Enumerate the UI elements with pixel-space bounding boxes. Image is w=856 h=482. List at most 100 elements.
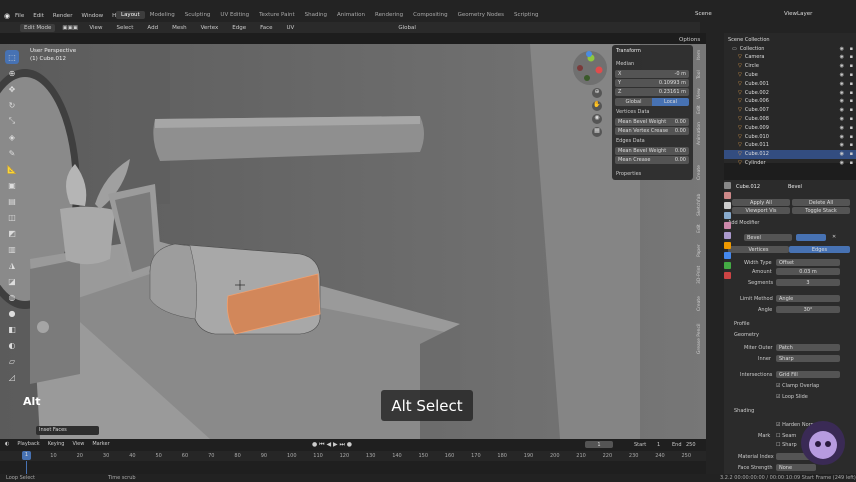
clamp-overlap-checkbox[interactable]: ☑ Clamp Overlap <box>776 383 819 389</box>
ortho-icon[interactable]: ▦ <box>592 127 602 137</box>
render-camera-icon[interactable]: ▪ <box>850 125 853 131</box>
miter-outer-select[interactable]: Patch <box>776 344 840 351</box>
apply-all-button[interactable]: Apply All <box>732 199 790 206</box>
mean-bevel-weight-edges-field[interactable]: Mean Bevel Weight 0.00 <box>615 147 689 155</box>
scene-selector[interactable]: Scene <box>695 11 712 17</box>
median-z-field[interactable]: Z 0.23161 m <box>615 88 689 96</box>
header-menu-add[interactable]: Add <box>147 25 158 31</box>
camera-icon[interactable]: ◉ <box>592 114 602 124</box>
visibility-eye-icon[interactable]: ◉ <box>840 151 844 157</box>
visibility-eye-icon[interactable]: ◉ <box>840 72 844 78</box>
modifier-close-icon[interactable]: ✕ <box>832 234 836 240</box>
render-tab-icon[interactable] <box>724 192 731 199</box>
blender-logo-icon[interactable]: ◉ <box>4 12 11 20</box>
vertices-toggle[interactable]: Vertices <box>728 246 789 253</box>
tab-layout[interactable]: Layout <box>116 11 145 19</box>
extrude-icon[interactable]: ▤ <box>5 194 19 208</box>
add-cube-icon[interactable]: ▣ <box>5 178 19 192</box>
inner-select[interactable]: Sharp <box>776 355 840 362</box>
header-menu-edge[interactable]: Edge <box>232 25 246 31</box>
mean-vertex-crease-field[interactable]: Mean Vertex Crease 0.00 <box>615 127 689 135</box>
timeline-menu-marker[interactable]: Marker <box>92 441 109 447</box>
delete-all-button[interactable]: Delete All <box>792 199 850 206</box>
loop-cut-icon[interactable]: ▥ <box>5 242 19 256</box>
scene-tab-icon[interactable] <box>724 222 731 229</box>
outliner-item[interactable]: ▽ Cube.012 ◉ ▪ <box>724 149 856 159</box>
visibility-eye-icon[interactable]: ◉ <box>840 98 844 104</box>
measure-icon[interactable]: 📐 <box>5 162 19 176</box>
edges-toggle[interactable]: Edges <box>789 246 850 253</box>
loop-slide-checkbox[interactable]: ☑ Loop Slide <box>776 394 808 400</box>
orientation-selector[interactable]: Global <box>398 25 416 31</box>
end-field[interactable]: 250 <box>686 442 696 448</box>
geometry-section[interactable]: Geometry <box>734 332 759 338</box>
current-frame-field[interactable]: 1 <box>585 441 613 448</box>
scale-icon[interactable]: ⤡ <box>5 114 19 128</box>
sidebar-tab[interactable]: Animation <box>697 118 706 150</box>
sidebar-tab[interactable]: Sketchfab <box>697 194 706 216</box>
shading-section[interactable]: Shading <box>734 408 754 414</box>
rotate-icon[interactable]: ↻ <box>5 98 19 112</box>
menu-render[interactable]: Render <box>53 13 73 19</box>
tool-tab-icon[interactable] <box>724 182 731 189</box>
global-toggle[interactable]: Global <box>615 98 652 106</box>
outliner-item[interactable]: ▽ Circle ◉ ▪ <box>724 62 856 71</box>
render-camera-icon[interactable]: ▪ <box>850 63 853 69</box>
material-tab-icon[interactable] <box>724 272 731 279</box>
playhead[interactable]: 1 <box>22 451 31 460</box>
timeline-editor-icon[interactable]: ◐ <box>5 441 9 447</box>
sidebar-tab[interactable]: Paper <box>697 242 706 260</box>
visibility-eye-icon[interactable]: ◉ <box>840 46 844 52</box>
segments-field[interactable]: 3 <box>776 279 840 286</box>
modifier-tab-icon[interactable] <box>724 252 731 259</box>
transform-icon[interactable]: ◈ <box>5 130 19 144</box>
select-mode-icons[interactable]: ▣▣▣ <box>62 25 82 31</box>
local-toggle[interactable]: Local <box>652 98 689 106</box>
zoom-icon[interactable]: ⊕ <box>592 88 602 98</box>
smooth-icon[interactable]: ● <box>5 306 19 320</box>
mean-bevel-weight-field[interactable]: Mean Bevel Weight 0.00 <box>615 118 689 126</box>
sidebar-tab[interactable]: 3D-Print <box>697 262 706 288</box>
outliner-item[interactable]: ▽ Cube.007 ◉ ▪ <box>724 106 856 115</box>
sidebar-tab[interactable]: View <box>697 86 706 102</box>
timeline-menu-keying[interactable]: Keying <box>48 441 65 447</box>
sharp-checkbox[interactable]: ☐ Sharp <box>776 442 797 448</box>
sidebar-tab[interactable]: Tool <box>697 66 706 84</box>
angle-field[interactable]: 30° <box>776 306 840 313</box>
add-modifier-button[interactable]: Add Modifier <box>728 220 760 226</box>
outliner-item[interactable]: ▽ Cube.008 ◉ ▪ <box>724 114 856 123</box>
view-layer-tab-icon[interactable] <box>724 212 731 219</box>
poly-build-icon[interactable]: ◪ <box>5 274 19 288</box>
visibility-eye-icon[interactable]: ◉ <box>840 125 844 131</box>
visibility-eye-icon[interactable]: ◉ <box>840 81 844 87</box>
spin-icon[interactable]: ◍ <box>5 290 19 304</box>
visibility-eye-icon[interactable]: ◉ <box>840 142 844 148</box>
tab-compositing[interactable]: Compositing <box>408 11 452 19</box>
header-menu-vertex[interactable]: Vertex <box>201 25 219 31</box>
width-type-select[interactable]: Offset <box>776 259 840 266</box>
sidebar-tab[interactable]: Create <box>697 152 706 193</box>
shrink-icon[interactable]: ◐ <box>5 338 19 352</box>
render-camera-icon[interactable]: ▪ <box>850 81 853 87</box>
bevel-icon[interactable]: ◩ <box>5 226 19 240</box>
median-y-field[interactable]: Y 0.10993 m <box>615 79 689 87</box>
menu-file[interactable]: File <box>15 13 24 19</box>
visibility-eye-icon[interactable]: ◉ <box>840 134 844 140</box>
options-button[interactable]: Options <box>679 37 700 43</box>
render-camera-icon[interactable]: ▪ <box>850 107 853 113</box>
timeline-ruler[interactable]: 0102030405060708090100110120130140150160… <box>0 451 706 461</box>
cursor-icon[interactable]: ⊕ <box>5 66 19 80</box>
mode-selector[interactable]: Edit Mode <box>20 23 56 32</box>
visibility-eye-icon[interactable]: ◉ <box>840 63 844 69</box>
visibility-eye-icon[interactable]: ◉ <box>840 107 844 113</box>
output-tab-icon[interactable] <box>724 202 731 209</box>
intersections-select[interactable]: Grid Fill <box>776 371 840 378</box>
last-operation-panel[interactable]: Inset Faces <box>36 426 99 435</box>
sidebar-tab[interactable]: Item <box>697 45 706 64</box>
physics-tab-icon[interactable] <box>724 262 731 269</box>
visibility-eye-icon[interactable]: ◉ <box>840 90 844 96</box>
menu-edit[interactable]: Edit <box>33 13 44 19</box>
render-camera-icon[interactable]: ▪ <box>850 160 853 166</box>
outliner-item[interactable]: ▽ Cube.002 ◉ ▪ <box>724 88 856 97</box>
playback-controls[interactable]: ● ⏮ ◀ ▶ ⏭ ● <box>312 441 352 449</box>
